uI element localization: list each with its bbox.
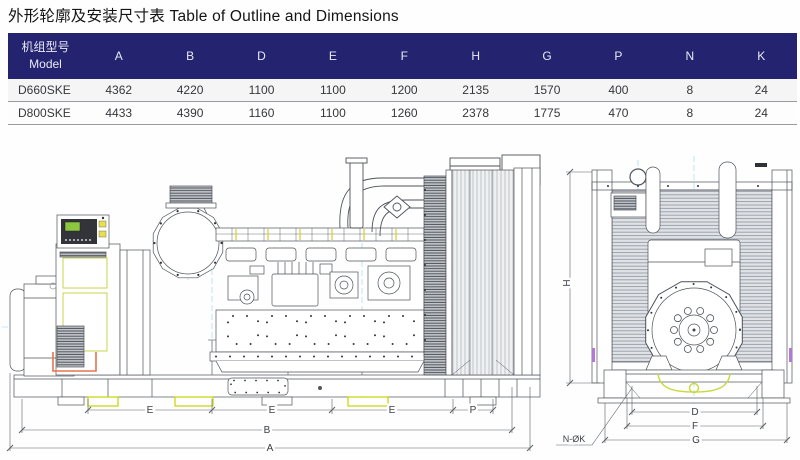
dim-cell: 1570 [511,79,582,102]
exhaust-pipe [646,167,660,233]
bolt-callout-label: N-ØK [563,434,586,444]
col-header-a: A [83,33,154,79]
dim-cell: 4433 [83,102,154,125]
dim-label-h: H [562,279,573,286]
col-header-e: E [297,33,368,79]
col-header-d: D [226,33,297,79]
dim-label-a: A [267,443,274,454]
dim-cell: 24 [726,79,797,102]
col-header-h: H [440,33,511,79]
control-panel [57,215,109,248]
dimensions-table: 机组型号 Model A B D E F H G P N K D660SKE 4… [8,33,797,125]
louver-vent [57,326,84,367]
dim-label-f: F [692,421,698,432]
dim-label-g: G [692,435,700,446]
dim-cell: 1100 [297,102,368,125]
dim-label-p: P [470,405,477,416]
model-header-cn: 机组型号 [8,39,83,56]
model-header-en: Model [8,56,83,73]
model-cell: D800SKE [8,102,83,125]
col-header-g: G [511,33,582,79]
dim-cell: 1775 [511,102,582,125]
model-column-header: 机组型号 Model [8,33,83,79]
dim-label-e1: E [147,405,154,416]
dim-cell: 2378 [440,102,511,125]
nameplate [705,249,732,266]
dim-cell: 4390 [154,102,225,125]
fuel-pump [272,274,318,306]
end-view-drawing: H D F G N-ØK [552,148,800,460]
dim-cell: 1160 [226,102,297,125]
generator-end [646,240,743,378]
col-header-n: N [654,33,725,79]
dim-cell: 8 [654,79,725,102]
radiator [424,168,540,375]
dim-label-b: B [264,425,271,436]
dimension-labels-side: E E E P B A [147,405,477,454]
dim-cell: 1100 [297,79,368,102]
table-row: D660SKE 4362 4220 1100 1100 1200 2135 15… [8,79,797,102]
dim-cell: 4220 [154,79,225,102]
dim-cell: 400 [583,79,654,102]
dim-cell: 1260 [369,102,440,125]
dim-label-e2: E [269,405,276,416]
dim-cell: 24 [726,102,797,125]
air-cleaner [153,186,223,278]
page-title: 外形轮廓及安装尺寸表 Table of Outline and Dimensio… [8,4,399,26]
dim-cell: 8 [654,102,725,125]
fan-shroud [424,176,446,375]
dim-label-d: D [691,407,698,418]
col-header-p: P [583,33,654,79]
dim-label-e3: E [389,405,396,416]
dim-cell: 470 [583,102,654,125]
control-cabinet [50,244,120,375]
radiator-core [452,170,514,375]
col-header-k: K [726,33,797,79]
table-row: D800SKE 4433 4390 1160 1100 1260 2378 17… [8,102,797,125]
side-view-drawing: E E E P B A [0,148,548,460]
dim-cell: 2135 [440,79,511,102]
flywheel-housing [120,250,150,375]
lcd-screen [65,222,80,231]
filler-cap [630,169,646,185]
model-cell: D660SKE [8,79,83,102]
engine-block [210,228,442,372]
table-header-row: 机组型号 Model A B D E F H G P N K [8,33,797,79]
dim-cell: 4362 [83,79,154,102]
dim-cell: 1200 [369,79,440,102]
col-header-b: B [154,33,225,79]
exhaust-pipe [719,162,736,238]
col-header-f: F [369,33,440,79]
dim-cell: 1100 [226,79,297,102]
